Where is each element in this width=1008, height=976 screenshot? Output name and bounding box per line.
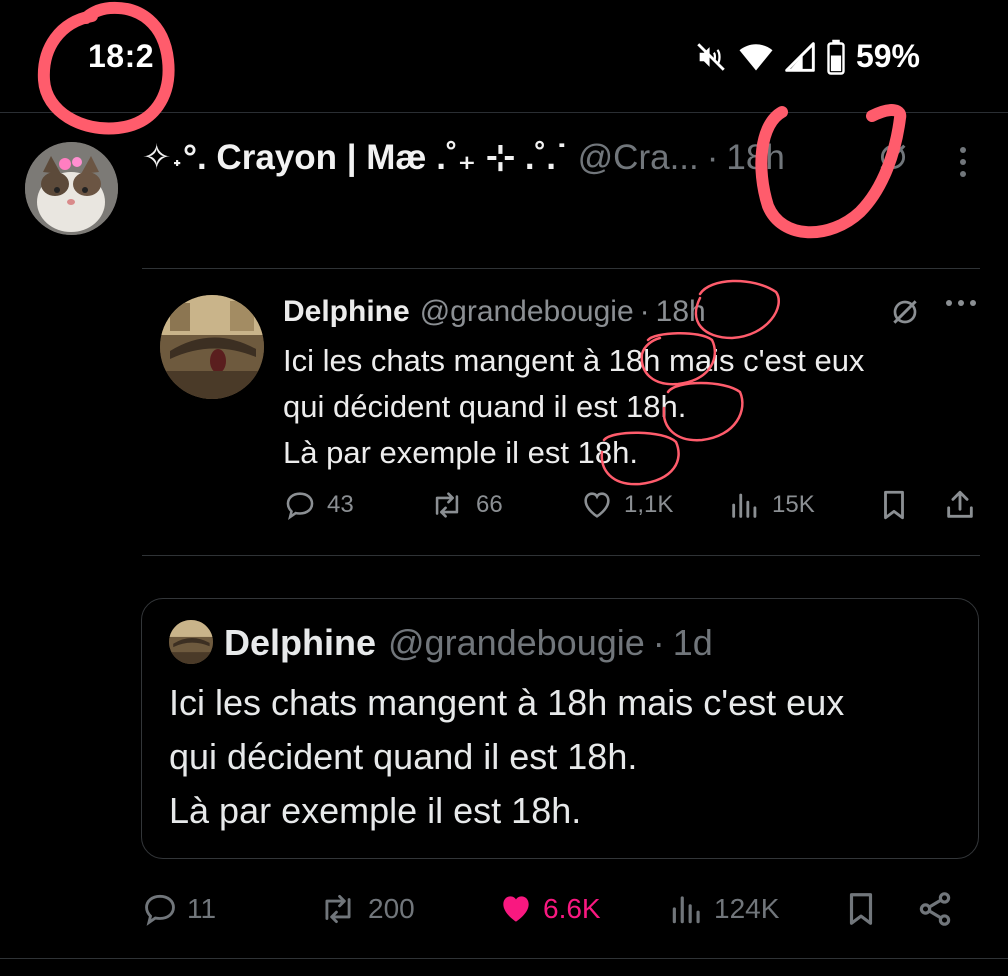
like-count: 6.6K [543,893,601,924]
embedded-header: Delphine @grandebougie · 18h [283,292,706,332]
divider [142,555,980,556]
embedded-like: 1,1K [580,488,673,522]
heart-icon [584,492,610,518]
quoted-time: 1d [672,622,713,663]
embedded-author-handle: @grandebougie [419,295,634,328]
heart-filled-icon [503,896,529,922]
text-line: Ici les chats mangent à 18h mais c'est e… [169,682,845,723]
annotation-circle [694,279,780,340]
like-count: 1,1K [624,491,674,518]
text-line: qui décident quand il est 18h. [283,389,687,424]
wifi-icon [739,43,773,70]
status-divider [0,112,1008,113]
views-count: 124K [714,893,780,924]
share-button[interactable] [916,886,954,932]
repost-count: 200 [368,893,415,924]
separator-dot: · [652,622,665,663]
reply-icon [145,894,175,926]
mute-icon [697,42,725,71]
status-time: 18:2 [88,38,155,74]
reply-count: 11 [187,893,217,924]
more-options-icon [946,300,976,306]
embedded-avatar [160,295,264,399]
embedded-views: 15K [728,488,815,522]
restaurant-avatar-image [160,295,264,399]
bookmark-button[interactable] [844,886,878,932]
repost-icon [325,894,351,924]
embedded-share [943,488,977,522]
text-line: Là par exemple il est 18h. [283,435,638,470]
action-bar: 11 200 6.6K 124K [141,886,971,932]
embedded-time: 18h [655,295,706,328]
separator-dot: · [639,295,650,328]
quoted-header: Delphine @grandebougie · 1d [224,620,713,666]
quoted-author-name: Delphine [224,622,377,663]
divider [0,958,1008,959]
battery-percent: 59% [855,38,920,74]
grok-icon [893,300,917,324]
avatar[interactable] [25,142,118,235]
share-icon [919,892,951,926]
repost-icon [435,492,459,518]
reply-icon [286,492,314,521]
author-name[interactable]: ✧˖°. Crayon | Mæ .˚₊ ⊹ .˚.˙ [142,138,568,178]
bookmark-icon [849,893,873,925]
reply-count: 43 [327,491,354,518]
quoted-author-handle: @grandebougie [388,622,645,663]
views-button[interactable]: 124K [668,886,779,932]
views-icon [672,896,700,924]
restaurant-avatar-image [169,620,213,664]
divider [142,268,980,269]
embedded-reply: 43 [283,488,354,522]
embedded-action-bar: 43 66 1,1K 15K [283,488,983,528]
text-line: Ici les chats mangent à 18h mais c'est e… [283,343,865,378]
author-handle[interactable]: @Cra... [578,138,699,178]
like-button[interactable]: 6.6K [497,886,601,932]
battery-icon [827,39,845,75]
text-line: Là par exemple il est 18h. [169,790,582,831]
repost-button[interactable]: 200 [316,886,415,932]
quoted-avatar [169,620,213,664]
views-count: 15K [772,491,815,518]
cat-avatar-image [25,142,118,235]
grok-icon[interactable] [876,140,910,174]
repost-count: 66 [476,491,503,518]
embedded-tweet-text: Ici les chats mangent à 18h mais c'est e… [283,338,963,476]
tweet-time[interactable]: 18h [726,138,784,178]
signal-icon [785,41,815,72]
more-options-icon[interactable] [950,142,976,182]
views-icon [732,493,757,518]
embedded-author-name: Delphine [283,295,410,328]
share-icon [947,490,973,518]
reply-button[interactable]: 11 [141,886,216,932]
separator-dot: · [706,138,719,177]
text-line: qui décident quand il est 18h. [169,736,638,777]
quoted-tweet-text: Ici les chats mangent à 18h mais c'est e… [169,676,959,838]
status-icons: 59% [694,38,920,75]
embedded-repost: 66 [428,488,503,522]
tweet-header: ✧˖°. Crayon | Mæ .˚₊ ⊹ .˚.˙ @Cra... · 18… [142,136,785,180]
embedded-bookmark [879,488,909,522]
bookmark-icon [884,490,904,520]
